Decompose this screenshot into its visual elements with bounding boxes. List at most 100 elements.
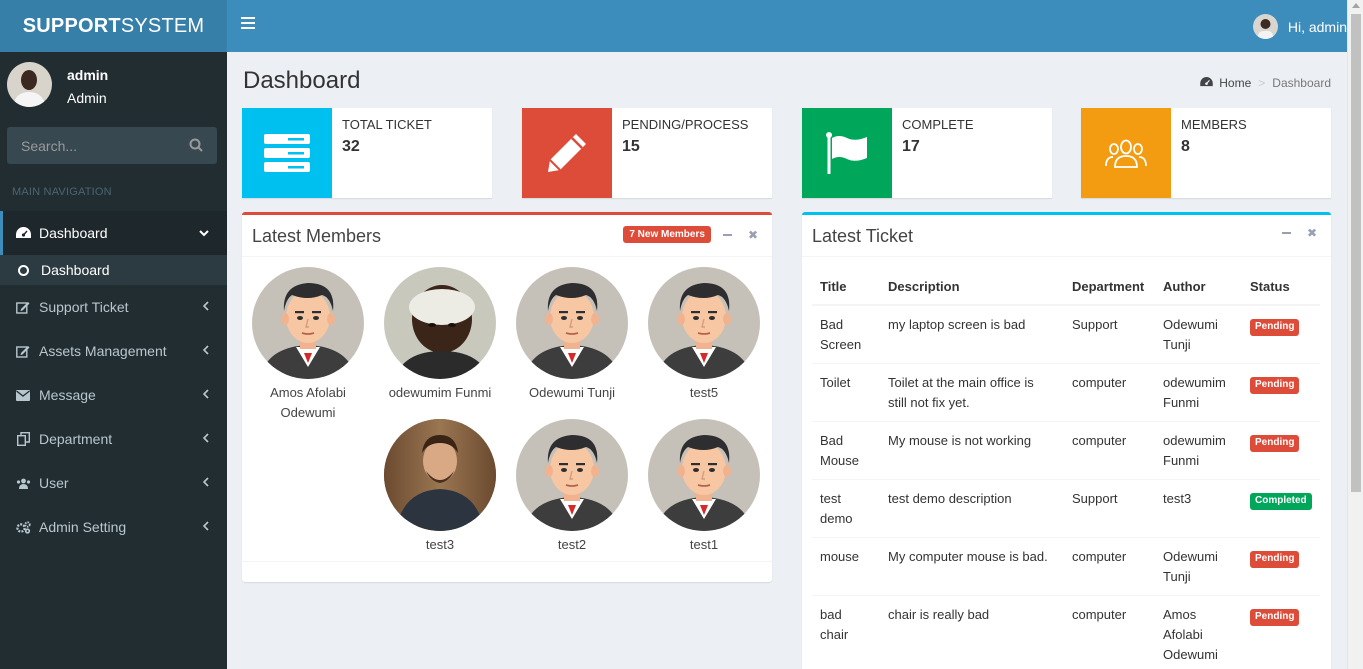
member-avatar bbox=[648, 267, 760, 379]
ticket-author-cell: odewumim Funmi bbox=[1155, 363, 1242, 422]
ticket-title-cell: mouse bbox=[812, 537, 880, 596]
ticket-description-cell: test demo description bbox=[880, 479, 1064, 538]
ticket-author-cell: odewumim Funmi bbox=[1155, 421, 1242, 480]
latest-members-title: Latest Members bbox=[252, 226, 382, 246]
info-box-label: MEMBERS bbox=[1181, 117, 1247, 132]
minus-icon[interactable] bbox=[1281, 232, 1291, 234]
member-name[interactable]: Amos Afolabi Odewumi bbox=[270, 385, 346, 420]
ticket-author-cell: Odewumi Tunji bbox=[1155, 304, 1242, 364]
sidebar-user-name: admin bbox=[67, 67, 109, 83]
envelope-icon bbox=[15, 387, 31, 403]
info-box-value: 17 bbox=[902, 138, 920, 155]
page-scrollbar[interactable] bbox=[1347, 0, 1363, 669]
member-card[interactable]: test1 bbox=[638, 419, 770, 555]
status-badge: Pending bbox=[1250, 377, 1300, 394]
member-name[interactable]: odewumim Funmi bbox=[389, 385, 492, 400]
member-name[interactable]: test3 bbox=[426, 537, 454, 552]
member-card[interactable]: odewumim Funmi bbox=[374, 267, 506, 403]
latest-ticket-header: Latest Ticket ✖ bbox=[802, 215, 1331, 257]
ticket-status-cell: Pending bbox=[1242, 595, 1320, 669]
tickets-table: Title Description Department Author Stat… bbox=[812, 271, 1320, 669]
ticket-status-cell: Pending bbox=[1242, 421, 1320, 480]
flag-icon bbox=[802, 108, 892, 198]
status-badge: Pending bbox=[1250, 551, 1300, 568]
info-box-label: TOTAL TICKET bbox=[342, 117, 432, 132]
user-menu[interactable]: Hi, admin bbox=[1252, 14, 1347, 39]
sidebar-subitem-dashboard[interactable]: Dashboard bbox=[0, 255, 227, 285]
member-card[interactable]: Odewumi Tunji bbox=[506, 267, 638, 403]
member-card[interactable]: test2 bbox=[506, 419, 638, 555]
ticket-description-cell: My computer mouse is bad. bbox=[880, 537, 1064, 596]
close-icon[interactable]: ✖ bbox=[748, 228, 758, 242]
ticket-description-cell: Toilet at the main office is still not f… bbox=[880, 363, 1064, 422]
sidebar-item-label: Support Ticket bbox=[39, 299, 129, 315]
sidebar-item-department[interactable]: Department bbox=[0, 417, 227, 461]
sidebar-subitem-label: Dashboard bbox=[41, 262, 110, 278]
search-input[interactable] bbox=[7, 127, 177, 164]
member-card[interactable]: test3 bbox=[374, 419, 506, 555]
sidebar-item-user[interactable]: User bbox=[0, 461, 227, 505]
nav-header: MAIN NAVIGATION bbox=[12, 186, 112, 198]
sidebar-toggle-icon[interactable] bbox=[241, 17, 255, 31]
members-list: Amos Afolabi Odewumi odewumim Funmi Odew… bbox=[242, 257, 772, 562]
member-card[interactable]: test5 bbox=[638, 267, 770, 403]
latest-ticket-panel: Latest Ticket ✖ Title Description Depart… bbox=[802, 212, 1331, 669]
sidebar-item-support-ticket[interactable]: Support Ticket bbox=[0, 285, 227, 329]
ticket-status-cell: Pending bbox=[1242, 304, 1320, 364]
column-header: Description bbox=[880, 271, 1064, 306]
column-header: Status bbox=[1242, 271, 1320, 306]
sidebar-item-dashboard[interactable]: Dashboard bbox=[0, 211, 227, 255]
status-badge: Pending bbox=[1250, 435, 1300, 452]
info-box-label: PENDING/PROCESS bbox=[622, 117, 749, 132]
ticket-description-cell: My mouse is not working bbox=[880, 421, 1064, 480]
cogs-icon bbox=[15, 519, 31, 535]
table-row[interactable]: Bad Screen my laptop screen is bad Support… bbox=[812, 304, 1320, 364]
user-avatar bbox=[1252, 14, 1278, 39]
member-avatar bbox=[252, 267, 364, 379]
brand-logo[interactable]: SUPPORTSYSTEM bbox=[0, 0, 227, 52]
close-icon[interactable]: ✖ bbox=[1307, 226, 1317, 240]
member-avatar bbox=[516, 419, 628, 531]
latest-ticket-title: Latest Ticket bbox=[812, 226, 914, 246]
sidebar: admin Admin MAIN NAVIGATION Dashboard Da… bbox=[0, 52, 227, 669]
breadcrumb-separator: > bbox=[1258, 76, 1266, 90]
server-icon bbox=[242, 108, 332, 198]
minus-icon[interactable] bbox=[722, 233, 732, 236]
table-row[interactable]: Bad Mouse My mouse is not working computer… bbox=[812, 421, 1320, 480]
brand-bold: SUPPORT bbox=[22, 15, 121, 37]
breadcrumb-home-link[interactable]: Home bbox=[1219, 76, 1251, 90]
sidebar-item-assets-management[interactable]: Assets Management bbox=[0, 329, 227, 373]
table-row[interactable]: mouse My computer mouse is bad. computer Od… bbox=[812, 537, 1320, 596]
status-badge: Pending bbox=[1250, 609, 1300, 626]
latest-members-panel: Latest Members 7 New Members ✖ Amos Afol… bbox=[242, 212, 772, 582]
ticket-title-cell: test demo bbox=[812, 479, 880, 538]
ticket-status-cell: Pending bbox=[1242, 363, 1320, 422]
member-name[interactable]: test5 bbox=[690, 385, 718, 400]
info-box-value: 15 bbox=[622, 138, 640, 155]
member-name[interactable]: test2 bbox=[558, 537, 586, 552]
search-icon[interactable] bbox=[189, 138, 203, 157]
info-box-pending: PENDING/PROCESS 15 bbox=[522, 108, 772, 198]
member-avatar bbox=[648, 419, 760, 531]
sidebar-user-panel: admin Admin bbox=[0, 52, 227, 117]
sidebar-search bbox=[7, 127, 217, 164]
scrollbar-thumb[interactable] bbox=[1351, 14, 1361, 492]
member-card[interactable]: Amos Afolabi Odewumi bbox=[242, 267, 374, 423]
users-icon bbox=[15, 475, 31, 491]
box-tools: ✖ bbox=[1281, 226, 1317, 240]
ticket-title-cell: Bad Mouse bbox=[812, 421, 880, 480]
ticket-department-cell: computer bbox=[1064, 421, 1155, 480]
dashboard-icon bbox=[15, 225, 31, 241]
sidebar-item-message[interactable]: Message bbox=[0, 373, 227, 417]
ticket-status-cell: Pending bbox=[1242, 537, 1320, 596]
table-row[interactable]: test demo test demo description Support tes… bbox=[812, 479, 1320, 538]
member-avatar bbox=[516, 267, 628, 379]
table-row[interactable]: bad chair chair is really bad computer Amos… bbox=[812, 595, 1320, 669]
member-name[interactable]: Odewumi Tunji bbox=[529, 385, 615, 400]
status-badge: Pending bbox=[1250, 319, 1300, 336]
member-avatar bbox=[384, 267, 496, 379]
table-row[interactable]: Toilet Toilet at the main office is still… bbox=[812, 363, 1320, 422]
member-name[interactable]: test1 bbox=[690, 537, 718, 552]
ticket-description-cell: chair is really bad bbox=[880, 595, 1064, 669]
sidebar-item-admin-setting[interactable]: Admin Setting bbox=[0, 505, 227, 549]
